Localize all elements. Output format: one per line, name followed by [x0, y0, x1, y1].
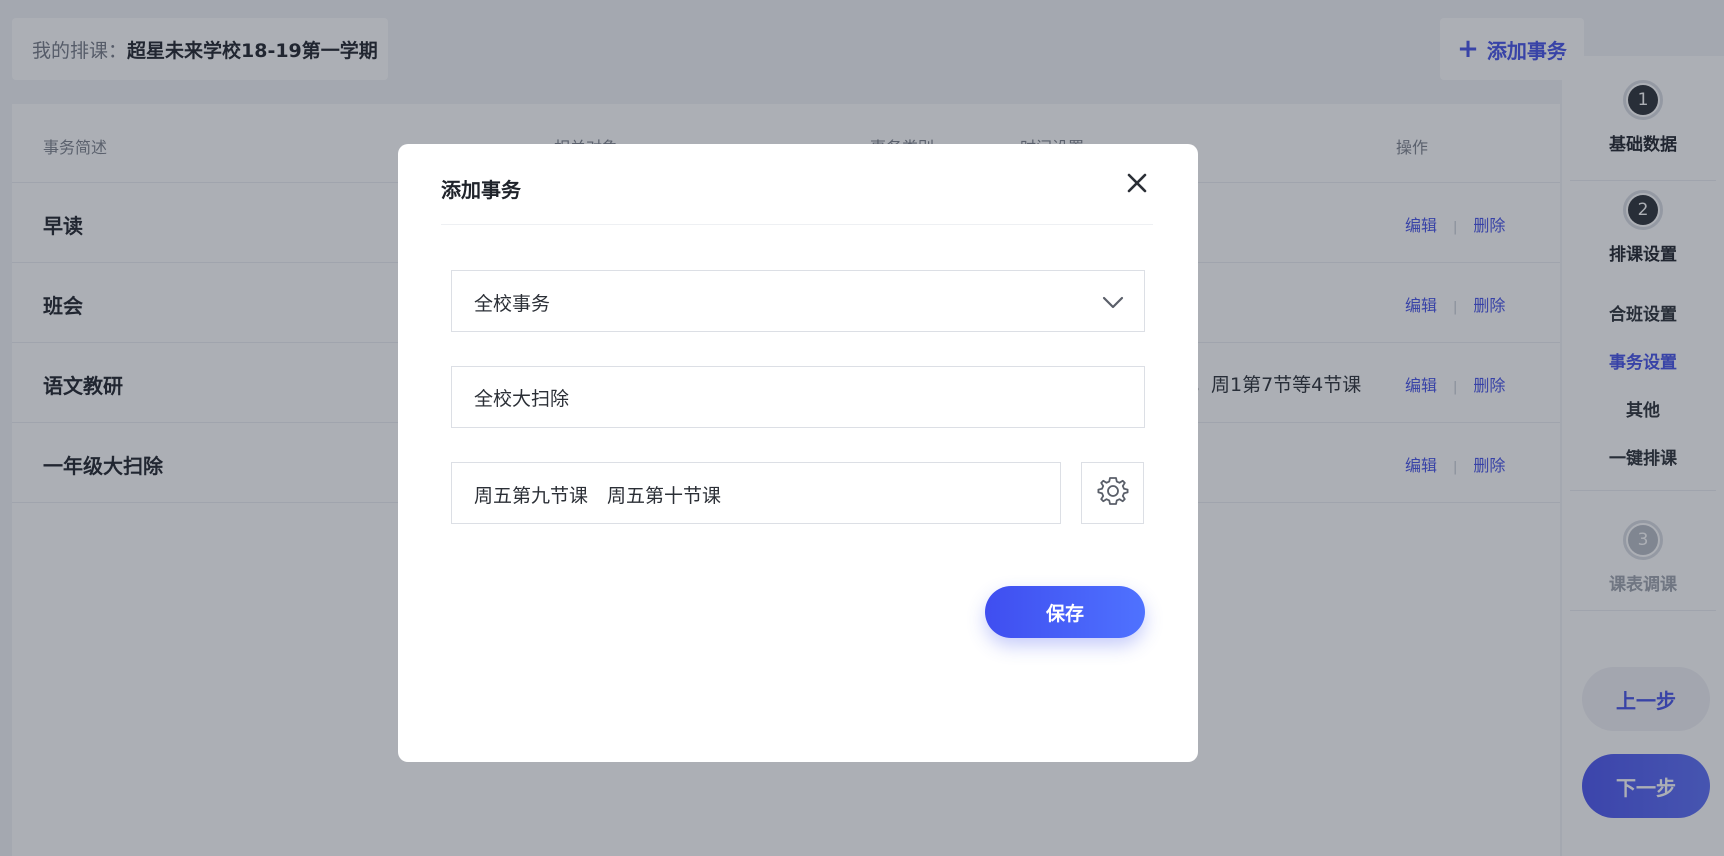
- header-divider: [441, 224, 1153, 225]
- time-setting-field[interactable]: 周五第九节课 周五第十节课: [451, 462, 1061, 524]
- save-button[interactable]: 保存: [985, 586, 1145, 638]
- task-name-field[interactable]: [452, 367, 1144, 427]
- add-task-dialog: 添加事务 全校事务 周五第九节课 周五第十节课 保存: [398, 144, 1198, 762]
- task-type-select[interactable]: 全校事务: [451, 270, 1145, 332]
- task-name-input[interactable]: [451, 366, 1145, 428]
- dialog-title: 添加事务: [441, 178, 521, 202]
- task-type-value: 全校事务: [474, 293, 551, 315]
- chevron-down-icon: [1100, 289, 1126, 315]
- close-icon[interactable]: [1122, 168, 1152, 198]
- gear-icon: [1097, 475, 1129, 511]
- time-setting-value: 周五第九节课 周五第十节课: [474, 485, 722, 507]
- time-settings-button[interactable]: [1081, 462, 1144, 524]
